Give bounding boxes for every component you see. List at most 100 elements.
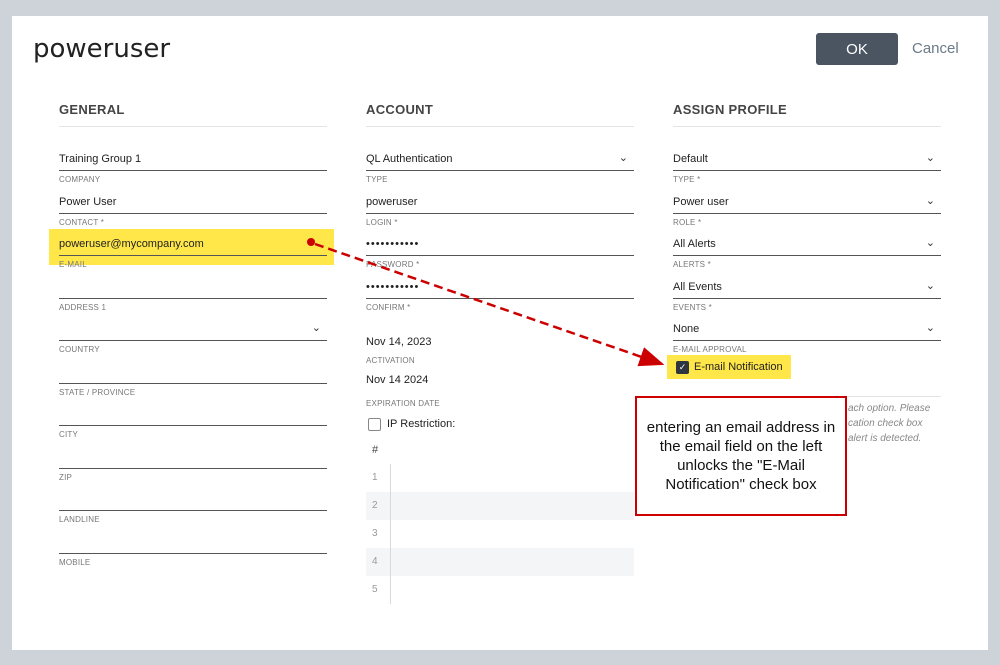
alerts-field[interactable]: All Alerts ⌄ ALERTS *	[673, 230, 941, 269]
email-notification-label: E-mail Notification	[694, 361, 783, 373]
profile-column: ASSIGN PROFILE Default ⌄ TYPE * Power use…	[673, 102, 941, 397]
landline-field[interactable]: LANDLINE	[59, 485, 327, 524]
role-field[interactable]: Power user ⌄ ROLE *	[673, 188, 941, 227]
ok-button[interactable]: OK	[816, 33, 898, 65]
address1-input[interactable]	[59, 273, 327, 299]
annotation-text: entering an email address in the email f…	[646, 419, 836, 493]
contact-label: CONTACT *	[59, 218, 105, 227]
email-input[interactable]: poweruser@mycompany.com	[59, 230, 327, 256]
events-label: EVENTS *	[673, 303, 712, 312]
help-line: cation check box	[848, 418, 923, 429]
expiration-label: EXPIRATION DATE	[366, 399, 440, 408]
chevron-down-icon[interactable]: ⌄	[926, 187, 935, 215]
events-field[interactable]: All Events ⌄ EVENTS *	[673, 273, 941, 312]
mobile-label: MOBILE	[59, 558, 91, 567]
email-field[interactable]: poweruser@mycompany.com E-MAIL	[59, 230, 327, 269]
table-row[interactable]: 1	[366, 464, 634, 492]
password-label: PASSWORD *	[366, 260, 420, 269]
confirm-label: CONFIRM *	[366, 303, 411, 312]
row-number: 4	[372, 556, 378, 567]
city-field[interactable]: CITY	[59, 400, 327, 439]
zip-field[interactable]: ZIP	[59, 443, 327, 482]
alerts-select[interactable]: All Alerts ⌄	[673, 230, 941, 256]
events-value: All Events	[673, 281, 722, 293]
table-row[interactable]: 2	[366, 492, 634, 520]
profile-heading: ASSIGN PROFILE	[673, 102, 941, 127]
company-label: COMPANY	[59, 175, 101, 184]
city-label: CITY	[59, 430, 79, 439]
activation-value[interactable]: Nov 14, 2023	[366, 335, 634, 349]
dialog-title: poweruser	[33, 34, 171, 64]
alerts-label: ALERTS *	[673, 260, 711, 269]
table-row[interactable]: 4	[366, 548, 634, 576]
contact-field[interactable]: Power User CONTACT *	[59, 188, 327, 227]
cancel-button[interactable]: Cancel	[912, 40, 959, 57]
events-select[interactable]: All Events ⌄	[673, 273, 941, 299]
company-field[interactable]: Training Group 1 COMPANY	[59, 145, 327, 184]
ip-restriction-checkbox[interactable]	[368, 418, 381, 431]
zip-input[interactable]	[59, 443, 327, 469]
address1-field[interactable]: ADDRESS 1	[59, 273, 327, 312]
email-approval-value: None	[673, 323, 700, 335]
chevron-down-icon[interactable]: ⌄	[312, 314, 321, 342]
table-row[interactable]: 3	[366, 520, 634, 548]
help-line: ach option. Please	[848, 403, 931, 414]
password-input[interactable]: •••••••••••	[366, 230, 634, 256]
account-type-label: TYPE	[366, 175, 388, 184]
email-approval-label: E-MAIL APPROVAL	[673, 345, 747, 354]
chevron-down-icon[interactable]: ⌄	[926, 229, 935, 257]
landline-label: LANDLINE	[59, 515, 100, 524]
chevron-down-icon[interactable]: ⌄	[926, 272, 935, 300]
address1-label: ADDRESS 1	[59, 303, 107, 312]
chevron-down-icon[interactable]: ⌄	[926, 144, 935, 172]
check-icon: ✓	[678, 362, 687, 372]
grid-header: #	[372, 444, 379, 456]
confirm-field[interactable]: ••••••••••• CONFIRM *	[366, 273, 634, 312]
alerts-value: All Alerts	[673, 238, 716, 250]
help-line: alert is detected.	[848, 433, 922, 444]
row-number: 3	[372, 528, 378, 539]
chevron-down-icon[interactable]: ⌄	[619, 144, 628, 172]
mobile-field[interactable]: MOBILE	[59, 528, 327, 567]
mobile-input[interactable]	[59, 528, 327, 554]
role-label: ROLE *	[673, 218, 702, 227]
role-value: Power user	[673, 196, 729, 208]
ip-restriction-label: IP Restriction:	[387, 418, 456, 430]
country-label: COUNTRY	[59, 345, 100, 354]
annotation-callout: entering an email address in the email f…	[635, 396, 847, 516]
password-field[interactable]: ••••••••••• PASSWORD *	[366, 230, 634, 269]
confirm-input[interactable]: •••••••••••	[366, 273, 634, 299]
profile-type-field[interactable]: Default ⌄ TYPE *	[673, 145, 941, 184]
table-row[interactable]: 5	[366, 576, 634, 604]
email-notification-checkbox[interactable]: ✓	[676, 361, 689, 374]
login-label: LOGIN *	[366, 218, 398, 227]
contact-input[interactable]: Power User	[59, 188, 327, 214]
row-number: 2	[372, 500, 378, 511]
activation-label: ACTIVATION	[366, 356, 415, 365]
account-type-select[interactable]: QL Authentication ⌄	[366, 145, 634, 171]
country-select[interactable]: ⌄	[59, 315, 327, 341]
user-dialog: poweruser OK Cancel GENERAL Training Gro…	[12, 16, 988, 650]
zip-label: ZIP	[59, 473, 73, 482]
country-field[interactable]: ⌄ COUNTRY	[59, 315, 327, 354]
row-number: 5	[372, 584, 378, 595]
state-label: STATE / PROVINCE	[59, 388, 136, 397]
role-select[interactable]: Power user ⌄	[673, 188, 941, 214]
company-input[interactable]: Training Group 1	[59, 145, 327, 171]
login-field[interactable]: poweruser LOGIN *	[366, 188, 634, 227]
account-type-field[interactable]: QL Authentication ⌄ TYPE	[366, 145, 634, 184]
account-type-value: QL Authentication	[366, 153, 453, 165]
email-approval-field[interactable]: None ⌄ E-MAIL APPROVAL	[673, 315, 941, 354]
login-input[interactable]: poweruser	[366, 188, 634, 214]
email-approval-select[interactable]: None ⌄	[673, 315, 941, 341]
profile-type-select[interactable]: Default ⌄	[673, 145, 941, 171]
city-input[interactable]	[59, 400, 327, 426]
help-text: ach option. Please cation check box aler…	[848, 401, 988, 446]
landline-input[interactable]	[59, 485, 327, 511]
state-field[interactable]: STATE / PROVINCE	[59, 358, 327, 397]
state-input[interactable]	[59, 358, 327, 384]
general-column: GENERAL Training Group 1 COMPANY Power U…	[59, 102, 327, 567]
chevron-down-icon[interactable]: ⌄	[926, 314, 935, 342]
expiration-value[interactable]: Nov 14 2024	[366, 373, 634, 387]
grid-divider	[390, 464, 391, 604]
